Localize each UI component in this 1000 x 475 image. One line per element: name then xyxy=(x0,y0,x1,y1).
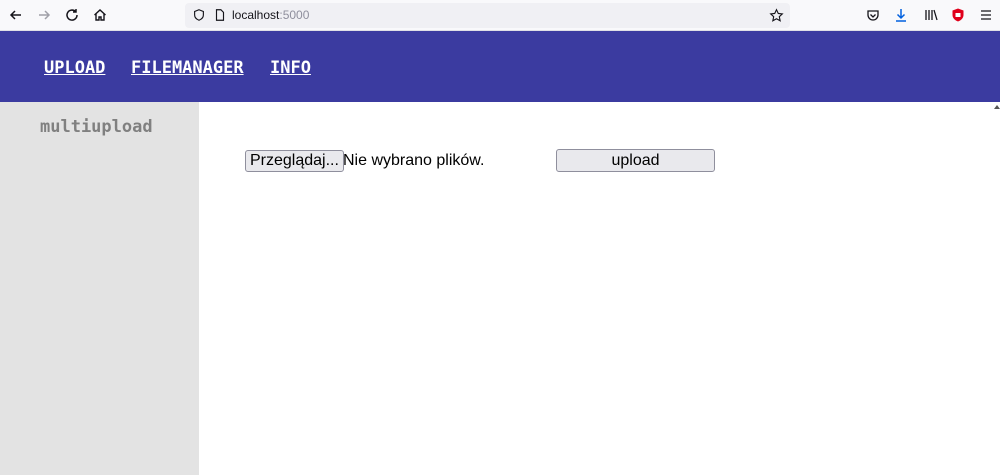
file-browse-button[interactable]: Przeglądaj... xyxy=(245,150,344,172)
shield-icon[interactable] xyxy=(191,7,207,23)
nav-info-link[interactable]: INFO xyxy=(270,58,311,78)
scroll-up-icon[interactable] xyxy=(994,104,1000,110)
app-header: UPLOAD FILEMANAGER INFO xyxy=(0,31,1000,102)
nav-filemanager-link[interactable]: FILEMANAGER xyxy=(131,58,244,78)
forward-icon[interactable] xyxy=(33,4,55,26)
main-content: Przeglądaj... Nie wybrano plików. upload xyxy=(199,102,994,475)
extension-icon[interactable] xyxy=(947,4,969,26)
pocket-icon[interactable] xyxy=(862,4,884,26)
scrollbar[interactable] xyxy=(994,102,1000,475)
upload-button[interactable]: upload xyxy=(556,149,715,172)
url-host: localhost xyxy=(232,8,280,22)
nav-upload-link[interactable]: UPLOAD xyxy=(44,58,105,78)
url-port: :5000 xyxy=(279,8,310,22)
sidebar: multiupload xyxy=(0,102,199,475)
url-text[interactable]: localhost:5000 xyxy=(232,8,309,22)
reload-icon[interactable] xyxy=(61,4,83,26)
file-status-text: Nie wybrano plików. xyxy=(343,152,485,169)
download-icon[interactable] xyxy=(890,4,912,26)
library-icon[interactable] xyxy=(920,4,942,26)
star-icon[interactable] xyxy=(768,7,784,23)
url-bar[interactable]: localhost:5000 xyxy=(185,3,790,28)
sidebar-item-multiupload[interactable]: multiupload xyxy=(40,117,153,137)
home-icon[interactable] xyxy=(89,4,111,26)
back-icon[interactable] xyxy=(5,4,27,26)
menu-icon[interactable] xyxy=(975,4,997,26)
page-icon xyxy=(212,7,228,23)
browser-toolbar: localhost:5000 xyxy=(0,0,1000,31)
